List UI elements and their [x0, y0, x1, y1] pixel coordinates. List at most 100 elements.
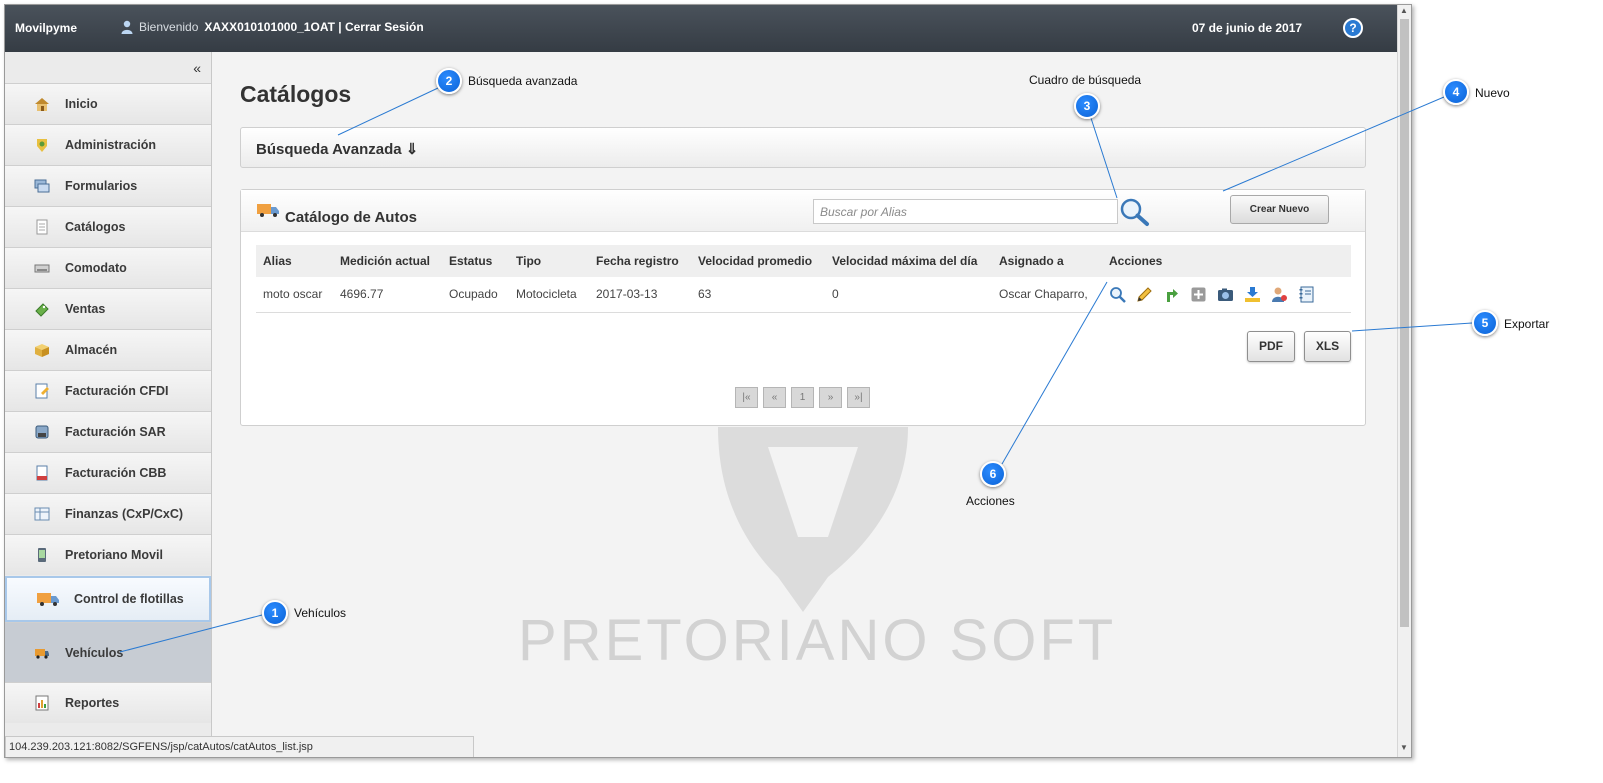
- watermark-text: PRETORIANO SOFT: [518, 608, 1117, 673]
- cell-fecha: 2017-03-13: [589, 277, 691, 313]
- callout-5-label: Exportar: [1504, 317, 1550, 331]
- scrollbar-thumb[interactable]: [1400, 19, 1409, 627]
- add-icon[interactable]: [1190, 286, 1207, 303]
- callout-3-badge: 3: [1074, 93, 1100, 119]
- panel-title: Catálogo de Autos: [285, 209, 417, 226]
- sidebar-item-finanzas[interactable]: Finanzas (CxP/CxC): [5, 493, 211, 534]
- camera-icon[interactable]: [1217, 286, 1234, 303]
- search-input[interactable]: [813, 199, 1118, 224]
- cell-estatus: Ocupado: [442, 277, 509, 313]
- finance-icon: [34, 507, 50, 521]
- page-title: Catálogos: [240, 81, 352, 107]
- forms-icon: [34, 179, 50, 193]
- current-date: 07 de junio de 2017: [1192, 21, 1303, 35]
- cell-alias: moto oscar: [256, 277, 333, 313]
- mobile-icon: [38, 548, 46, 562]
- column-header: Estatus: [442, 245, 509, 277]
- vehicle-icon: [35, 648, 49, 659]
- pagination: |« « 1 » »|: [735, 387, 870, 408]
- table-header-row: Alias Medición actual Estatus Tipo Fecha…: [256, 245, 1351, 277]
- cell-acciones: [1102, 277, 1351, 313]
- callout-6-badge: 6: [980, 461, 1006, 487]
- collapse-sidebar-button[interactable]: «: [193, 60, 201, 76]
- page-number-button[interactable]: 1: [791, 387, 814, 408]
- sidebar-item-control-flotillas[interactable]: Control de flotillas: [5, 576, 211, 622]
- help-icon[interactable]: ?: [1343, 18, 1363, 38]
- advanced-search-label: Búsqueda Avanzada ⇓: [256, 141, 419, 158]
- panel-header: Catálogo de Autos Crear Nuevo: [241, 190, 1365, 232]
- reports-icon: [35, 695, 49, 711]
- search-icon[interactable]: [1118, 197, 1150, 227]
- column-header: Acciones: [1102, 245, 1351, 277]
- column-header: Velocidad máxima del día: [825, 245, 992, 277]
- callout-5-badge: 5: [1472, 310, 1498, 336]
- vertical-scrollbar[interactable]: ▲ ▼: [1397, 5, 1411, 757]
- column-header: Medición actual: [333, 245, 442, 277]
- top-bar: Movilpyme Bienvenido XAXX010101000_1OAT …: [5, 5, 1397, 52]
- user-icon: [121, 20, 133, 34]
- sidebar-item-formularios[interactable]: Formularios: [5, 165, 211, 206]
- home-icon: [35, 98, 49, 111]
- edit-icon[interactable]: [1136, 286, 1153, 303]
- export-xls-button[interactable]: XLS: [1304, 331, 1351, 362]
- sidebar-item-inicio[interactable]: Inicio: [5, 83, 211, 124]
- sidebar-item-facturacion-cfdi[interactable]: Facturación CFDI: [5, 370, 211, 411]
- column-header: Alias: [256, 245, 333, 277]
- download-icon[interactable]: [1244, 286, 1261, 303]
- callout-6-label: Acciones: [966, 494, 1015, 508]
- next-page-button[interactable]: »: [819, 387, 842, 408]
- invoice-sar-icon: [35, 425, 49, 439]
- cell-velocidad-promedio: 63: [691, 277, 825, 313]
- column-header: Tipo: [509, 245, 589, 277]
- table-row[interactable]: moto oscar 4696.77 Ocupado Motocicleta 2…: [256, 277, 1351, 313]
- vehicles-table: Alias Medición actual Estatus Tipo Fecha…: [256, 245, 1351, 313]
- warehouse-icon: [35, 344, 49, 357]
- callout-3-label: Cuadro de búsqueda: [1029, 73, 1142, 87]
- truck-icon: [257, 204, 279, 217]
- sidebar: « Inicio Administración Formularios Catá…: [5, 52, 212, 757]
- main-content: PRETORIANO SOFT Catálogos Búsqueda Avanz…: [213, 52, 1397, 757]
- previous-page-button[interactable]: «: [763, 387, 786, 408]
- brand-name: Movilpyme: [15, 21, 78, 35]
- first-page-button[interactable]: |«: [735, 387, 758, 408]
- column-header: Velocidad promedio: [691, 245, 825, 277]
- cell-velocidad-maxima: 0: [825, 277, 992, 313]
- scroll-down-icon[interactable]: ▼: [1400, 743, 1408, 752]
- comodato-icon: [34, 264, 50, 273]
- sidebar-item-ventas[interactable]: Ventas: [5, 288, 211, 329]
- scroll-up-icon[interactable]: ▲: [1400, 6, 1408, 15]
- sidebar-item-comodato[interactable]: Comodato: [5, 247, 211, 288]
- callout-2-label: Búsqueda avanzada: [468, 74, 578, 88]
- user-info: Bienvenido XAXX010101000_1OAT | Cerrar S…: [121, 20, 424, 34]
- invoice-cbb-icon: [36, 465, 48, 481]
- cell-asignado: Oscar Chaparro,: [992, 277, 1102, 313]
- export-pdf-button[interactable]: PDF: [1247, 331, 1295, 362]
- create-new-button[interactable]: Crear Nuevo: [1230, 195, 1329, 224]
- sidebar-item-facturacion-sar[interactable]: Facturación SAR: [5, 411, 211, 452]
- sidebar-item-facturacion-cbb[interactable]: Facturación CBB: [5, 452, 211, 493]
- advanced-search-toggle[interactable]: Búsqueda Avanzada ⇓: [240, 127, 1366, 168]
- sidebar-item-almacen[interactable]: Almacén: [5, 329, 211, 370]
- cell-tipo: Motocicleta: [509, 277, 589, 313]
- column-header: Asignado a: [992, 245, 1102, 277]
- user-logout-link[interactable]: XAXX010101000_1OAT | Cerrar Sesión: [204, 20, 423, 34]
- last-page-button[interactable]: »|: [847, 387, 870, 408]
- admin-icon: [37, 139, 47, 152]
- catalog-icon: [36, 219, 48, 235]
- callout-4-badge: 4: [1443, 79, 1469, 105]
- sidebar-item-vehiculos[interactable]: Vehículos: [5, 622, 211, 682]
- welcome-text: Bienvenido: [139, 20, 199, 34]
- sales-icon: [35, 303, 49, 317]
- sidebar-item-catalogos[interactable]: Catálogos: [5, 206, 211, 247]
- sidebar-item-reportes[interactable]: Reportes: [5, 682, 211, 723]
- view-icon[interactable]: [1109, 286, 1126, 303]
- callout-2-badge: 2: [436, 68, 462, 94]
- log-icon[interactable]: [1298, 286, 1315, 303]
- route-icon[interactable]: [1163, 286, 1180, 303]
- assign-user-icon[interactable]: [1271, 286, 1288, 303]
- callout-1-label: Vehículos: [294, 606, 347, 620]
- sidebar-item-pretoriano-movil[interactable]: Pretoriano Movil: [5, 534, 211, 575]
- sidebar-item-administracion[interactable]: Administración: [5, 124, 211, 165]
- watermark-helmet-logo: [718, 427, 908, 612]
- fleet-icon: [37, 593, 59, 606]
